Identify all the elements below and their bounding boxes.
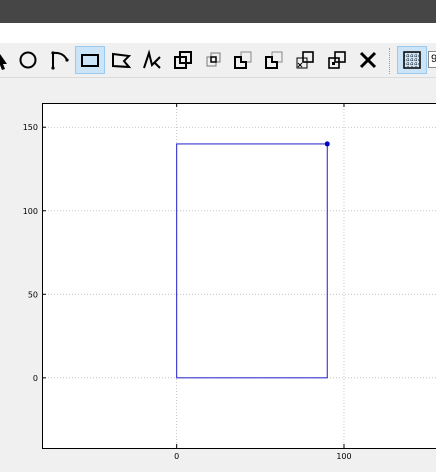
reverse-difference-tool[interactable] [259, 46, 289, 74]
rectangle-icon [81, 54, 99, 67]
delete-tool[interactable] [353, 46, 383, 74]
polyline-tool[interactable] [137, 46, 167, 74]
x-tick-label: 0 [174, 452, 179, 461]
difference-tool[interactable] [228, 46, 258, 74]
symmetric-difference-tool[interactable] [322, 46, 352, 74]
x-tick-label: 100 [336, 452, 351, 461]
union-icon [174, 51, 192, 69]
arrow-icon [0, 54, 7, 70]
union-tool[interactable] [168, 46, 198, 74]
intersect-icon [206, 52, 221, 67]
circle-icon [19, 51, 37, 69]
circle-tool[interactable] [13, 46, 43, 74]
reverse-difference-icon [265, 51, 283, 69]
rectangle-tool[interactable] [75, 46, 105, 74]
y-tick-label: 150 [23, 123, 38, 132]
toolbar-separator [389, 48, 392, 74]
symmetric-difference-icon [328, 51, 346, 69]
plot-canvas[interactable]: 0 100 150 100 50 0 [0, 78, 436, 472]
window-title-bar [0, 0, 436, 23]
y-tick-label: 0 [33, 374, 38, 383]
axes-background [42, 103, 436, 448]
polygon-tool[interactable] [106, 46, 136, 74]
polygon-icon [112, 52, 132, 69]
y-tick-label: 100 [23, 207, 38, 216]
menu-band [0, 23, 436, 43]
grid-size-input[interactable]: 9 [428, 51, 436, 68]
grid-icon [403, 51, 421, 69]
xor-icon [296, 51, 314, 69]
polyline-icon [143, 49, 161, 69]
intersect-tool[interactable] [199, 46, 229, 74]
arc-tool[interactable] [45, 46, 75, 74]
grid-toggle[interactable] [397, 46, 427, 74]
difference-icon [234, 51, 252, 69]
plot-area[interactable]: 0 100 150 100 50 0 [0, 78, 436, 472]
vertex-handle[interactable] [324, 141, 330, 147]
y-tick-label: 50 [28, 290, 38, 299]
xor-tool[interactable] [290, 46, 320, 74]
x-icon [359, 51, 377, 69]
select-arrow-tool[interactable] [0, 46, 14, 74]
arc-icon [51, 51, 69, 70]
